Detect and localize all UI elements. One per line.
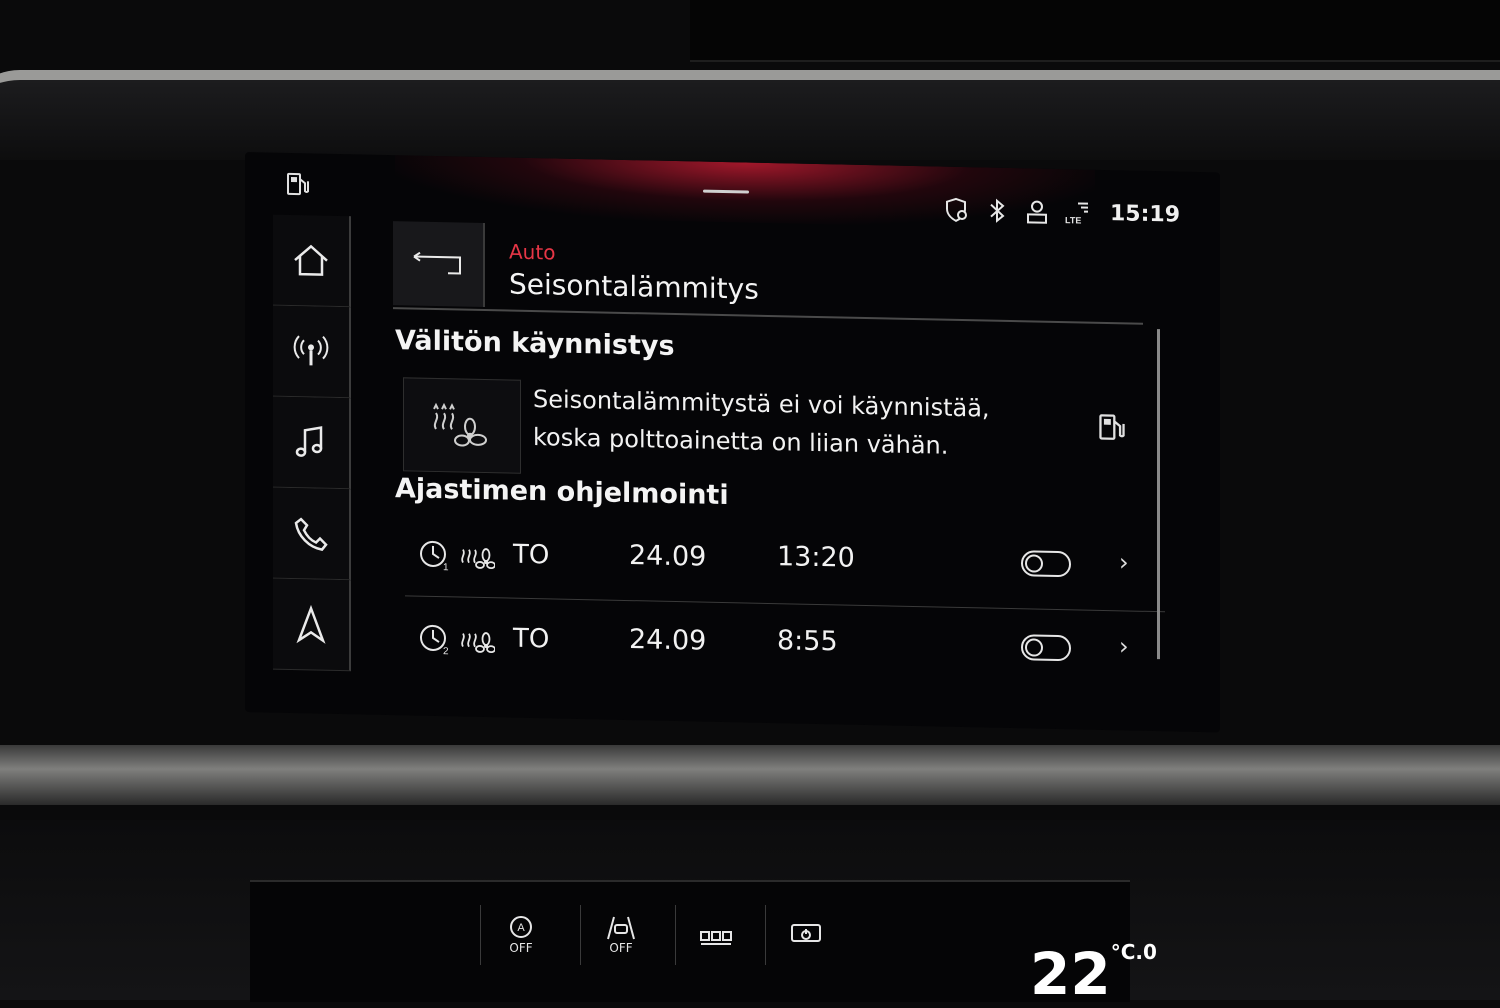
heater-status-box	[403, 377, 521, 474]
temperature-decimal: .0	[1135, 940, 1157, 964]
timer-row-1[interactable]: 1 TO 24.09 13:20 ›	[405, 519, 1165, 605]
temperature-display: 22°C.0	[1030, 940, 1157, 1008]
fuel-pump-icon	[287, 172, 309, 196]
heater-warning-message: Seisontalämmitystä ei voi käynnistää, ko…	[533, 380, 1053, 467]
heater-fan-icon	[461, 632, 495, 654]
temperature-value: 22	[1030, 940, 1111, 1008]
temperature-unit: °C	[1110, 940, 1136, 964]
seat-heating-icon	[700, 931, 732, 945]
navigation-icon	[296, 604, 326, 644]
page-header: Auto Seisontalämmitys	[393, 221, 1143, 325]
chevron-right-icon[interactable]: ›	[1119, 632, 1129, 660]
timer-date: 24.09	[629, 540, 707, 573]
timer-clock-icon: 1	[420, 540, 449, 572]
phone-icon	[294, 517, 328, 551]
auto-hold-button[interactable]: A OFF	[480, 905, 561, 965]
user-icon[interactable]	[1024, 198, 1050, 225]
sidebar-item-media[interactable]	[273, 396, 351, 490]
back-arrow-icon	[413, 251, 461, 275]
chevron-right-icon[interactable]: ›	[1119, 548, 1129, 576]
seat-heating-button[interactable]	[675, 905, 756, 965]
timer-day: TO	[513, 623, 550, 655]
lane-assist-button[interactable]: OFF	[580, 905, 661, 965]
status-bar: LTE 15:19	[944, 197, 1180, 228]
section-title-timers: Ajastimen ohjelmointi	[395, 473, 729, 512]
screen-power-icon	[791, 924, 821, 942]
timer-time: 8:55	[777, 625, 838, 658]
lane-assist-label: OFF	[609, 941, 633, 955]
dashboard-trim	[0, 745, 1500, 805]
timer-number: 1	[443, 562, 449, 572]
back-button[interactable]	[393, 221, 485, 308]
sidebar-item-home[interactable]	[273, 214, 351, 308]
auto-hold-label: OFF	[509, 941, 533, 955]
timer-date: 24.09	[629, 624, 707, 657]
heater-fan-icon	[461, 548, 495, 570]
music-note-icon	[295, 426, 323, 457]
section-title-immediate: Välitön käynnistys	[395, 325, 675, 362]
air-vent	[690, 0, 1500, 62]
antenna-icon	[293, 335, 329, 366]
dashboard-bezel-top	[0, 70, 1500, 160]
timer-time: 13:20	[777, 541, 855, 574]
timer-toggle[interactable]	[1021, 634, 1071, 662]
timer-number: 2	[443, 646, 449, 656]
lane-assist-icon	[607, 916, 635, 940]
home-icon	[294, 244, 328, 276]
svg-text:A: A	[517, 922, 525, 934]
infotainment-screen: LTE 15:19 Auto Seisontalämmitys Välitön …	[245, 152, 1220, 733]
sidebar-item-navigation[interactable]	[273, 578, 351, 672]
breadcrumb[interactable]: Auto	[509, 240, 555, 265]
sidebar-item-phone[interactable]	[273, 487, 351, 581]
lte-signal-icon[interactable]: LTE	[1064, 199, 1090, 226]
location-shield-icon[interactable]	[944, 197, 970, 224]
heater-fan-icon	[433, 402, 487, 447]
fuel-pump-warning-icon	[1099, 414, 1125, 440]
clock: 15:19	[1109, 200, 1180, 228]
timer-row-2[interactable]: 2 TO 24.09 8:55 ›	[405, 603, 1165, 689]
screen-power-button[interactable]	[765, 905, 846, 965]
scrollbar[interactable]	[1157, 329, 1160, 660]
timer-toggle[interactable]	[1021, 550, 1071, 578]
sidebar-item-radio[interactable]	[273, 305, 351, 399]
sidebar	[273, 214, 353, 672]
timer-clock-icon: 2	[420, 624, 449, 656]
bluetooth-icon[interactable]	[984, 197, 1010, 224]
timer-day: TO	[513, 539, 550, 571]
lte-label: LTE	[1065, 215, 1081, 225]
auto-hold-icon: A	[510, 916, 532, 938]
page-title: Seisontalämmitys	[509, 267, 759, 306]
